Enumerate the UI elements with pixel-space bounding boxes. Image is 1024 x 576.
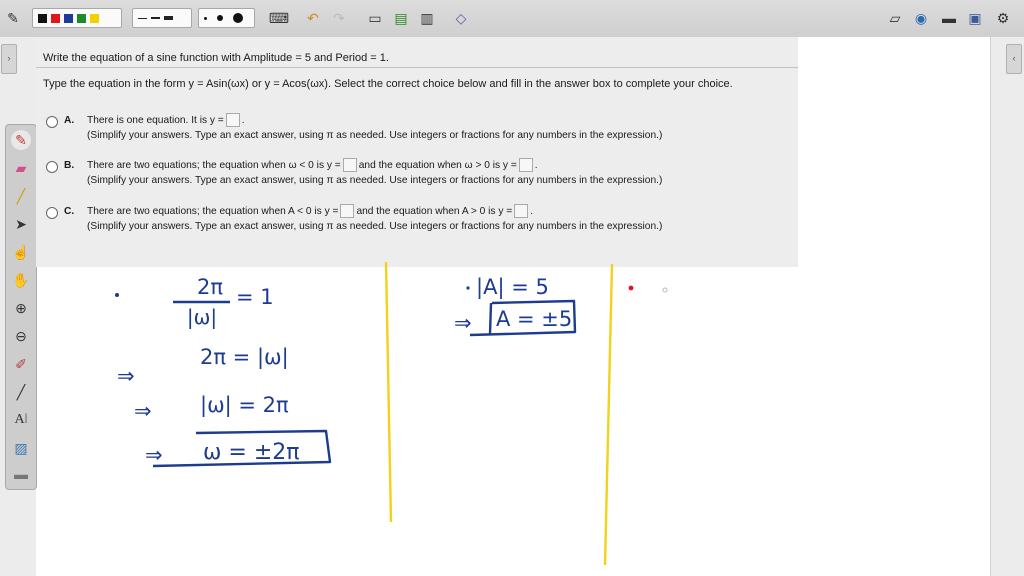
ink-mid-eq2: A = ±5: [496, 307, 572, 331]
yellow-divider-left: [384, 261, 393, 523]
ink-implies-3: ⇒: [145, 443, 163, 467]
ink-dot-2: [466, 286, 470, 290]
ink-eq1-numerator: 2π: [197, 275, 223, 299]
ink-eq1-rhs: = 1: [236, 285, 274, 309]
ink-implies-2: ⇒: [134, 399, 152, 423]
ink-implies-1: ⇒: [117, 364, 135, 388]
ink-implies-4: ⇒: [454, 311, 472, 335]
cursor-dot: [662, 287, 668, 293]
ink-mid-eq1: |A| = 5: [476, 275, 549, 300]
ink-dot: [115, 293, 119, 297]
red-ink-dot: [628, 285, 634, 291]
ink-eq3: |ω| = 2π: [200, 393, 289, 418]
ink-eq2: 2π = |ω|: [200, 345, 289, 370]
ink-layer: 2π |ω| = 1 ⇒ 2π = |ω| ⇒ |ω| = 2π ⇒ ω = ±…: [115, 261, 668, 566]
yellow-divider-right: [603, 263, 614, 566]
ink-box-divider: [488, 302, 493, 335]
ink-eq1-denominator: |ω|: [187, 305, 217, 329]
ink-eq4: ω = ±2π: [203, 440, 300, 465]
